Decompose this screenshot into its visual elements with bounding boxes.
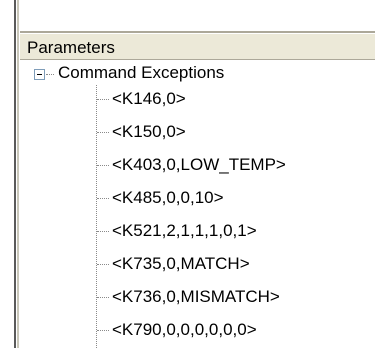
tree-item-label[interactable]: <K736,0,MISMATCH> [112,286,280,308]
tree-connector [97,99,109,101]
tree-item-label[interactable]: <K790,0,0,0,0,0,0> [112,319,257,341]
tree-connector [97,198,109,200]
collapse-toggle-icon[interactable] [34,69,45,80]
tree-item[interactable]: <K790,0,0,0,0,0,0> [96,316,366,349]
tree-item-label[interactable]: <K521,2,1,1,1,0,1> [112,220,257,242]
tree-connector [97,165,109,167]
tree-connector [97,264,109,266]
tree-item[interactable]: <K736,0,MISMATCH> [96,283,366,316]
parameters-tree[interactable]: Command Exceptions <K146,0> <K150,0> <K4… [20,60,375,348]
tree-connector [97,297,109,299]
tree-item[interactable]: <K403,0,LOW_TEMP> [96,151,366,184]
panel-border [14,0,16,348]
tree-connector [46,74,54,76]
tree-connector [97,231,109,233]
tree-item[interactable]: <K521,2,1,1,1,0,1> [96,217,366,250]
tree-item-label[interactable]: <K485,0,0,10> [112,187,224,209]
tree-connector [97,330,109,332]
tree-item-label[interactable]: <K735,0,MATCH> [112,253,250,275]
tree-connector [97,132,109,134]
tree-item-label[interactable]: <K146,0> [112,88,186,110]
tree-item[interactable]: <K150,0> [96,118,366,151]
column-header[interactable]: Parameters [20,33,375,60]
tree-item[interactable]: <K735,0,MATCH> [96,250,366,283]
panel-border-inner [17,0,19,348]
tree-item[interactable]: <K146,0> [96,85,366,118]
tree-item-label[interactable]: <K403,0,LOW_TEMP> [112,154,286,176]
tree-node-command-exceptions[interactable]: Command Exceptions [58,62,224,84]
tree-item[interactable]: <K485,0,0,10> [96,184,366,217]
column-header-label: Parameters [27,38,115,57]
tree-item-label[interactable]: <K150,0> [112,121,186,143]
